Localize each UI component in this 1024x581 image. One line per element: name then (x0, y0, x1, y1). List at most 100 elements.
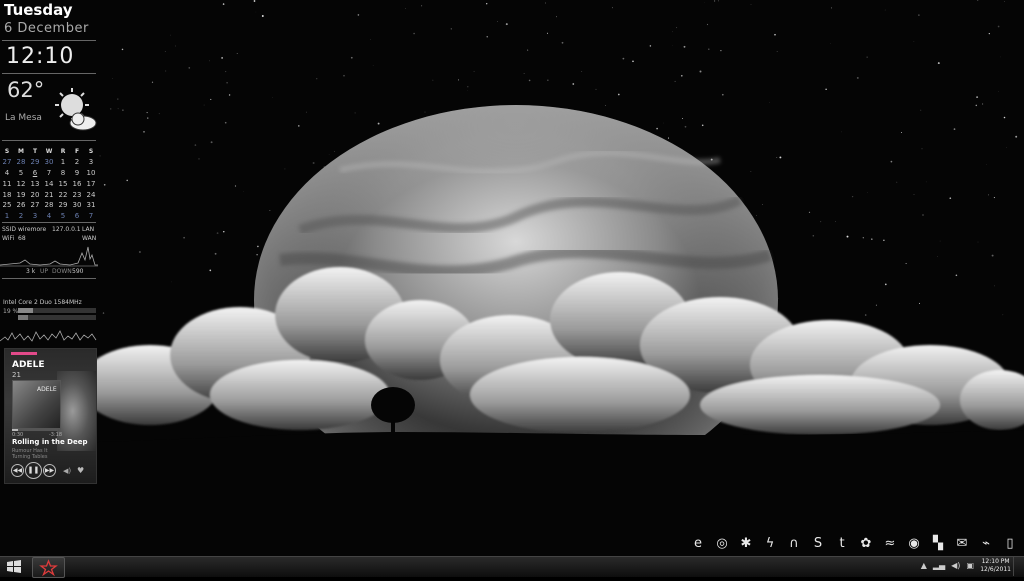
up-next-list: Rumour Has It Turning Tables (12, 448, 48, 460)
calendar-day: 30 (42, 157, 56, 168)
calendar-day: 4 (0, 168, 14, 179)
calendar-weekday: W (42, 146, 56, 157)
ip-value: 127.0.0.1 (52, 226, 81, 233)
ie-icon[interactable]: e (690, 536, 706, 552)
song-title: Rolling in the Deep (12, 438, 87, 446)
calendar-day: 2 (14, 211, 28, 222)
system-tray: ▲ ▂▄ ◀) ▣ (921, 561, 974, 570)
divider (2, 222, 96, 223)
calendar-week-row: 45678910 (0, 168, 98, 179)
calendar-day: 14 (42, 178, 56, 189)
bin-icon[interactable]: ▯ (1002, 536, 1018, 552)
calendar-widget: SMTWRFS272829301234567891011121314151617… (0, 146, 98, 222)
calendar-week-row: 18192021222324 (0, 189, 98, 200)
rainmeter-widgets: Tuesday 6 December 12:10 62° La Mesa SMT… (0, 0, 98, 556)
upload-value: 3 k (26, 268, 35, 275)
ssid-label: SSID (2, 226, 16, 233)
show-hidden-icons-icon[interactable]: ▲ (921, 561, 927, 570)
calendar-week-row: 11121314151617 (0, 178, 98, 189)
calendar-day: 26 (14, 200, 28, 211)
calendar-day: 8 (56, 168, 70, 179)
calendar-day: 6 (70, 211, 84, 222)
taskbar-clock[interactable]: 12:10 PM 12/6/2011 (980, 558, 1011, 574)
previous-button[interactable]: ◀◀ (11, 464, 24, 477)
mail-icon[interactable]: ✉ (954, 536, 970, 552)
upload-label: UP (40, 268, 48, 275)
calendar-day: 9 (70, 168, 84, 179)
calendar-day: 29 (56, 200, 70, 211)
network-signal-icon[interactable]: ▂▄ (933, 561, 945, 570)
calendar-weekday: M (14, 146, 28, 157)
volume-icon[interactable]: ◀) (63, 467, 71, 475)
action-center-icon[interactable]: ▣ (966, 561, 974, 570)
next-button[interactable]: ▶▶ (43, 464, 56, 477)
progress-fill (12, 429, 18, 431)
recycle-icon[interactable]: ⌁ (978, 536, 994, 552)
location-label: La Mesa (5, 113, 42, 123)
calendar-day: 30 (70, 200, 84, 211)
calendar-day: 13 (28, 178, 42, 189)
zune-icon[interactable]: ✱ (738, 536, 754, 552)
start-button[interactable] (5, 558, 23, 575)
headphones-icon[interactable]: ∩ (786, 536, 802, 552)
grid-icon[interactable]: ▚ (930, 536, 946, 552)
calendar-weekday: F (70, 146, 84, 157)
calendar-day: 15 (56, 178, 70, 189)
cover-text: ADELE (37, 386, 57, 393)
taskbar-time: 12:10 PM (980, 558, 1011, 566)
icon-dock: e ◎ ✱ ϟ ∩ St ✿ ≈ ◉ ▚ ✉ ⌁ ▯ (690, 536, 1018, 552)
heart-icon[interactable]: ♥ (77, 466, 84, 475)
pause-button[interactable]: ❚❚ (25, 462, 42, 479)
partly-cloudy-icon (50, 85, 100, 135)
calendar-day: 1 (56, 157, 70, 168)
cpu-label: Intel Core 2 Duo 1584MHz (3, 299, 82, 306)
calendar-day: 16 (70, 178, 84, 189)
wifi-label: WiFi (2, 235, 14, 242)
calendar-weekday: R (56, 146, 70, 157)
fox-icon[interactable]: ≈ (882, 536, 898, 552)
calendar-weekday: S (0, 146, 14, 157)
aperture-icon[interactable]: ◉ (906, 536, 922, 552)
hill-silhouette (0, 430, 1024, 576)
chrome-icon[interactable]: ◎ (714, 536, 730, 552)
calendar-day: 4 (42, 211, 56, 222)
calendar-week-row: 25262728293031 (0, 200, 98, 211)
progress-bar[interactable] (12, 429, 58, 431)
accent-bar (11, 352, 37, 355)
calendar-header-row: SMTWRFS (0, 146, 98, 157)
artist-name: ADELE (12, 360, 44, 370)
calendar-day: 17 (84, 178, 98, 189)
ssid-value: wiremore (18, 226, 46, 233)
app-star-icon (33, 558, 64, 577)
calendar-day: 28 (42, 200, 56, 211)
download-label: DOWN (52, 268, 72, 275)
taskbar-app-button[interactable] (32, 557, 65, 578)
desktop-wallpaper (0, 0, 1024, 576)
calendar-day: 24 (84, 189, 98, 200)
calendar-day: 2 (70, 157, 84, 168)
calendar-day: 5 (56, 211, 70, 222)
calendar-day: 10 (84, 168, 98, 179)
temperature: 62° (7, 78, 44, 102)
download-value: 590 (72, 268, 83, 275)
twitter-icon[interactable]: t (834, 536, 850, 552)
calendar-day: 23 (70, 189, 84, 200)
calendar-week-row: 1234567 (0, 211, 98, 222)
divider (2, 278, 96, 279)
wan-label: WAN (82, 235, 96, 242)
show-desktop-button[interactable] (1013, 557, 1024, 576)
calendar-day: 11 (0, 178, 14, 189)
calendar-day: 7 (42, 168, 56, 179)
volume-icon[interactable]: ◀) (951, 561, 960, 570)
calendar-day: 19 (14, 189, 28, 200)
date-label: 6 December (4, 21, 89, 36)
album-cover: ADELE (12, 380, 61, 429)
skype-icon[interactable]: S (810, 536, 826, 552)
paint-icon[interactable]: ✿ (858, 536, 874, 552)
taskbar: ▲ ▂▄ ◀) ▣ 12:10 PM 12/6/2011 (0, 556, 1024, 577)
calendar-weekday: T (28, 146, 42, 157)
winamp-icon[interactable]: ϟ (762, 536, 778, 552)
calendar-week-row: 27282930123 (0, 157, 98, 168)
taskbar-date: 12/6/2011 (980, 566, 1011, 574)
calendar-day: 29 (28, 157, 42, 168)
